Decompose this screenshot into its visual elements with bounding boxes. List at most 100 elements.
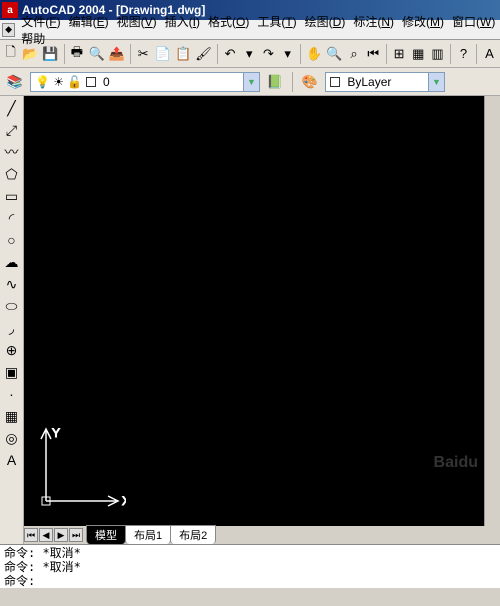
svg-text:X: X [122, 494, 126, 508]
menu-绘图[interactable]: 绘图(D) [301, 13, 350, 31]
svg-text:Y: Y [52, 426, 60, 440]
separator [476, 44, 477, 64]
pan-button[interactable]: ✋ [305, 43, 323, 65]
ucs-icon: Y X [36, 421, 126, 514]
layer-freeze-icon: ☀ [53, 75, 64, 89]
zoom-prev-button[interactable]: ⏮ [365, 43, 382, 65]
tab-first-button[interactable]: ⏮ [24, 528, 38, 542]
menu-格式[interactable]: 格式(O) [204, 13, 253, 31]
menu-修改[interactable]: 修改(M) [398, 13, 448, 31]
redo-button[interactable]: ↷ [260, 43, 277, 65]
mdi-control-icon[interactable]: ◆ [2, 23, 15, 37]
layer-on-icon: 💡 [35, 75, 50, 89]
draw-point-button[interactable]: · [2, 384, 22, 404]
draw-circle-button[interactable]: ○ [2, 230, 22, 250]
draw-ellipse-button[interactable]: ⬭ [2, 296, 22, 316]
draw-xline-button[interactable]: ⤢ [2, 120, 22, 140]
properties-button[interactable]: ⊞ [391, 43, 408, 65]
chevron-down-icon[interactable]: ▼ [428, 73, 444, 91]
open-button[interactable]: 📂 [21, 43, 39, 65]
watermark: Baidu [434, 454, 478, 472]
command-history-line: 命令: *取消* [4, 560, 496, 574]
draw-hatch-button[interactable]: ▦ [2, 406, 22, 426]
main-area: ╱⤢〰⬠▭◜○☁∿⬭◞⊕▣·▦◎A Y X Baidu [0, 96, 500, 544]
app-icon: a [2, 2, 18, 18]
toolpalette-button[interactable]: ▥ [429, 43, 446, 65]
text-style-button[interactable]: A [481, 43, 498, 65]
menu-工具[interactable]: 工具(T) [253, 13, 300, 31]
layer-color-swatch [86, 77, 96, 87]
undo-drop-button[interactable]: ▾ [241, 43, 258, 65]
separator [217, 44, 218, 64]
command-prompt[interactable]: 命令: [4, 574, 496, 588]
paste-button[interactable]: 📋 [174, 43, 192, 65]
menu-窗口[interactable]: 窗口(W) [448, 13, 499, 31]
draw-insert-button[interactable]: ⊕ [2, 340, 22, 360]
draw-arc-button[interactable]: ◜ [2, 208, 22, 228]
standard-toolbar: 🗋📂💾🖶🔍📤✂📄📋🖌↶▾↷▾✋🔍⌕⏮⊞▦▥?A [0, 40, 500, 68]
color-name: ByLayer [347, 75, 391, 89]
tab-next-button[interactable]: ▶ [54, 528, 68, 542]
separator [64, 44, 65, 64]
redo-drop-button[interactable]: ▾ [279, 43, 296, 65]
separator [300, 44, 301, 64]
cut-button[interactable]: ✂ [135, 43, 152, 65]
tab-scroll-bar: ⏮ ◀ ▶ ⏭ 模型 布局1 布局2 [24, 526, 500, 544]
drawing-canvas[interactable]: Y X Baidu [24, 96, 484, 526]
menu-编辑[interactable]: 编辑(E) [65, 13, 113, 31]
draw-line-button[interactable]: ╱ [2, 98, 22, 118]
layer-combo[interactable]: 💡 ☀ 🔓 0 ▼ [30, 72, 260, 92]
tab-prev-button[interactable]: ◀ [39, 528, 53, 542]
tab-model[interactable]: 模型 [86, 525, 126, 544]
separator [292, 72, 293, 92]
vertical-scrollbar[interactable] [484, 96, 500, 526]
separator [130, 44, 131, 64]
draw-ellipse-arc-button[interactable]: ◞ [2, 318, 22, 338]
designcenter-button[interactable]: ▦ [410, 43, 427, 65]
tab-layout2[interactable]: 布局2 [170, 525, 216, 544]
zoom-rt-button[interactable]: 🔍 [325, 43, 343, 65]
publish-button[interactable]: 📤 [108, 43, 126, 65]
separator [450, 44, 451, 64]
zoom-win-button[interactable]: ⌕ [345, 43, 362, 65]
menu-bar: ◆ 文件(F)编辑(E)视图(V)插入(I)格式(O)工具(T)绘图(D)标注(… [0, 20, 500, 40]
separator [386, 44, 387, 64]
draw-polygon-button[interactable]: ⬠ [2, 164, 22, 184]
menu-视图[interactable]: 视图(V) [113, 13, 161, 31]
draw-block-button[interactable]: ▣ [2, 362, 22, 382]
menu-标注[interactable]: 标注(N) [349, 13, 398, 31]
draw-toolbar: ╱⤢〰⬠▭◜○☁∿⬭◞⊕▣·▦◎A [0, 96, 24, 544]
layer-previous-button[interactable]: 📗 [264, 71, 286, 93]
layer-manager-button[interactable]: 📚 [4, 71, 26, 93]
undo-button[interactable]: ↶ [222, 43, 239, 65]
menu-插入[interactable]: 插入(I) [161, 13, 204, 31]
preview-button[interactable]: 🔍 [88, 43, 106, 65]
draw-revcloud-button[interactable]: ☁ [2, 252, 22, 272]
new-button[interactable]: 🗋 [2, 43, 19, 65]
menu-文件[interactable]: 文件(F) [17, 13, 64, 31]
color-button[interactable]: 🎨 [299, 71, 321, 93]
command-window[interactable]: 命令: *取消* 命令: *取消* 命令: [0, 544, 500, 588]
canvas-wrap: Y X Baidu ⏮ ◀ ▶ ⏭ 模型 布局1 [24, 96, 500, 544]
help-button[interactable]: ? [455, 43, 472, 65]
chevron-down-icon[interactable]: ▼ [243, 73, 259, 91]
draw-pline-button[interactable]: 〰 [2, 142, 22, 162]
layer-toolbar: 📚 💡 ☀ 🔓 0 ▼ 📗 🎨 ByLayer ▼ [0, 68, 500, 96]
plot-button[interactable]: 🖶 [68, 43, 85, 65]
layout-tabs: 模型 布局1 布局2 [86, 526, 215, 545]
layer-lock-icon: 🔓 [67, 75, 82, 89]
color-swatch [330, 77, 340, 87]
color-combo[interactable]: ByLayer ▼ [325, 72, 445, 92]
save-button[interactable]: 💾 [41, 43, 59, 65]
tab-nav: ⏮ ◀ ▶ ⏭ [24, 528, 84, 542]
draw-rectangle-button[interactable]: ▭ [2, 186, 22, 206]
tab-last-button[interactable]: ⏭ [69, 528, 83, 542]
draw-text-button[interactable]: A [2, 450, 22, 470]
tab-layout1[interactable]: 布局1 [125, 525, 171, 544]
command-history-line: 命令: *取消* [4, 546, 496, 560]
draw-spline-button[interactable]: ∿ [2, 274, 22, 294]
match-button[interactable]: 🖌 [194, 43, 213, 65]
copy-button[interactable]: 📄 [154, 43, 172, 65]
draw-region-button[interactable]: ◎ [2, 428, 22, 448]
layer-name: 0 [103, 75, 110, 89]
